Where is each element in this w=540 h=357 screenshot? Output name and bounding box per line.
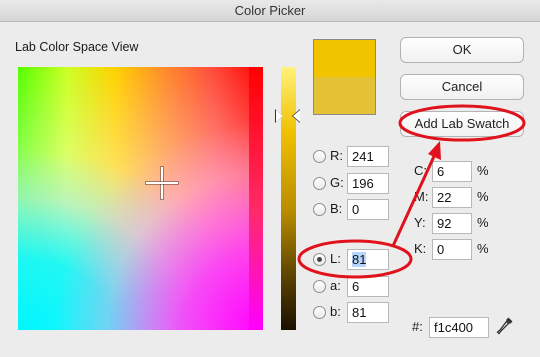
window-title: Color Picker	[0, 0, 540, 22]
k-unit: %	[477, 241, 489, 256]
c-field[interactable]: 6	[432, 161, 472, 182]
c-label: C:	[414, 163, 427, 178]
r-label: R:	[330, 148, 343, 163]
y-unit: %	[477, 215, 489, 230]
c-unit: %	[477, 163, 489, 178]
annotation-arrow-head	[428, 141, 441, 160]
lab-b-label: b:	[330, 304, 341, 319]
l-value: 81	[352, 252, 367, 267]
lab-b-field[interactable]: 81	[347, 302, 389, 323]
color-crosshair[interactable]	[146, 167, 178, 199]
m-field[interactable]: 22	[432, 187, 472, 208]
m-label: M:	[414, 189, 429, 204]
g-field[interactable]: 196	[347, 173, 389, 194]
add-lab-swatch-button[interactable]: Add Lab Swatch	[400, 111, 524, 137]
radio-g[interactable]	[313, 177, 326, 190]
radio-b[interactable]	[313, 203, 326, 216]
color-picker-window: Color Picker Lab Color Space View OK Can…	[0, 0, 540, 357]
radio-l[interactable]	[313, 253, 326, 266]
ok-button[interactable]: OK	[400, 37, 524, 63]
a-label: a:	[330, 278, 341, 293]
lab-color-field[interactable]	[18, 67, 263, 330]
lightness-slider[interactable]	[281, 67, 296, 330]
y-field[interactable]: 92	[432, 213, 472, 234]
k-label: K:	[414, 241, 427, 256]
r-field[interactable]: 241	[347, 146, 389, 167]
radio-r[interactable]	[313, 150, 326, 163]
b-label: B:	[330, 201, 343, 216]
y-label: Y:	[414, 215, 426, 230]
k-field[interactable]: 0	[432, 239, 472, 260]
hex-label: #:	[412, 319, 423, 334]
radio-lab-b[interactable]	[313, 306, 326, 319]
original-color-swatch[interactable]	[313, 77, 376, 115]
section-label: Lab Color Space View	[15, 40, 139, 54]
eyedropper-icon[interactable]	[496, 316, 514, 336]
l-label: L:	[330, 251, 341, 266]
g-label: G:	[330, 175, 344, 190]
hex-field[interactable]: f1c400	[429, 317, 489, 338]
cancel-button[interactable]: Cancel	[400, 74, 524, 100]
l-field[interactable]: 81	[347, 249, 389, 270]
m-unit: %	[477, 189, 489, 204]
b-field[interactable]: 0	[347, 199, 389, 220]
a-field[interactable]: 6	[347, 276, 389, 297]
new-color-swatch	[313, 39, 376, 77]
radio-a[interactable]	[313, 280, 326, 293]
